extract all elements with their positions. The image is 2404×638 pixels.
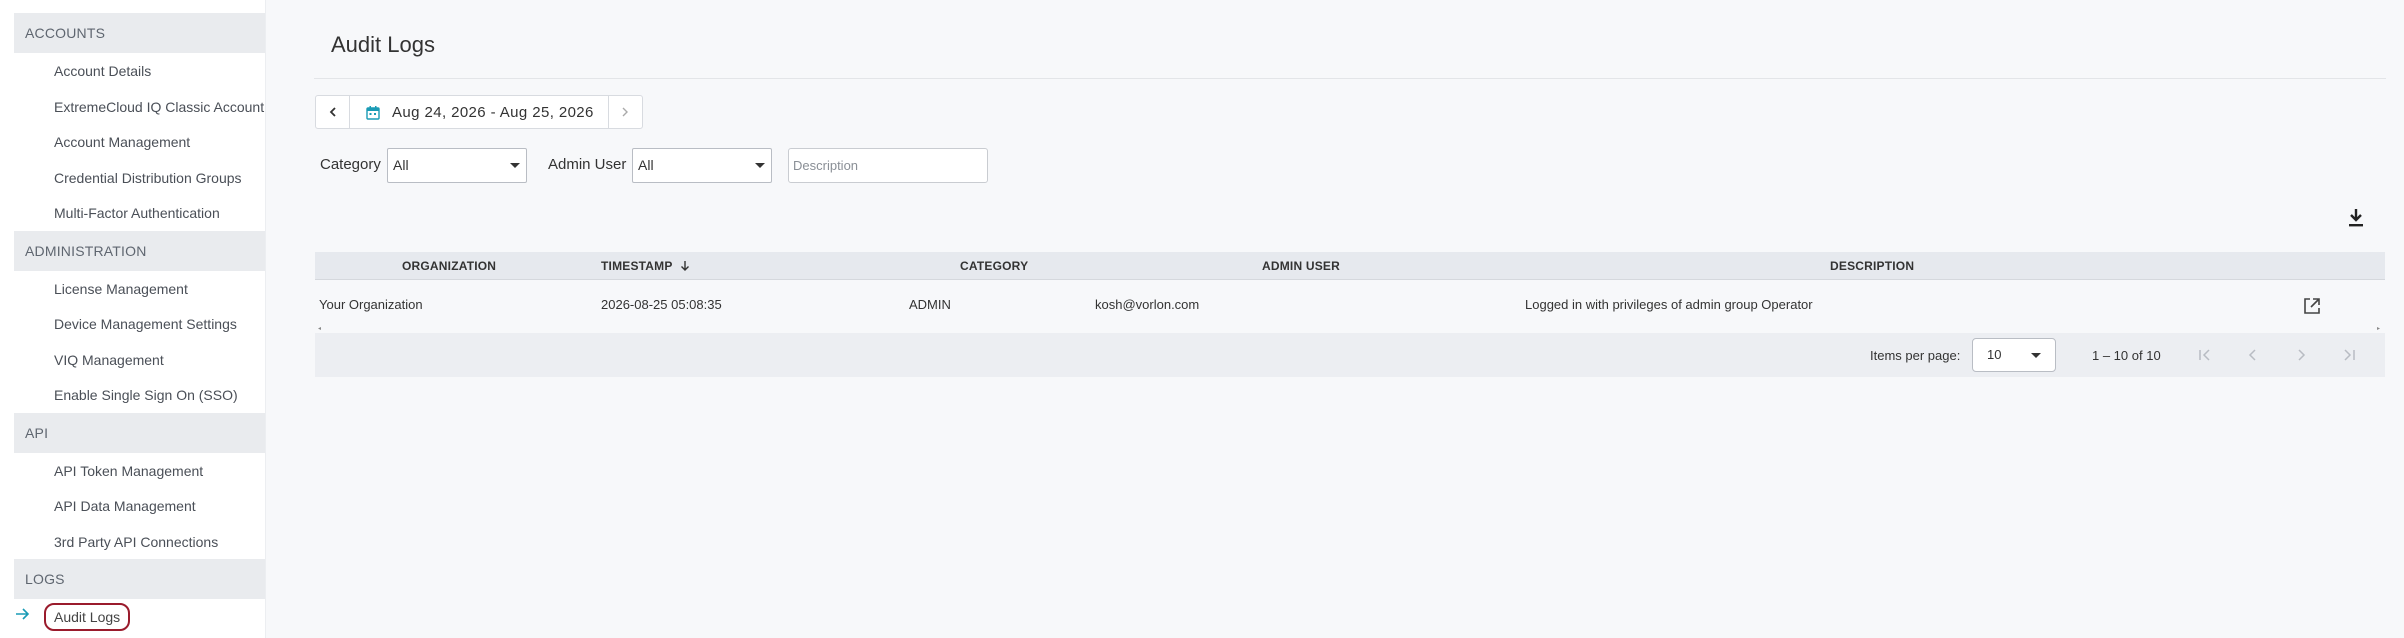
cell-description: Logged in with privileges of admin group… (1525, 297, 1813, 312)
column-header-timestamp-label: TIMESTAMP (601, 259, 673, 273)
category-label: Category (320, 156, 381, 173)
scroll-left-indicator: ◂ (318, 326, 322, 332)
section-header-accounts: ACCOUNTS (14, 13, 265, 53)
sidebar-item-api-token-management[interactable]: API Token Management (54, 461, 203, 481)
category-select-value: All (393, 157, 409, 173)
date-range-picker: Aug 24, 2026 - Aug 25, 2026 (315, 95, 643, 129)
page-range-label: 1 – 10 of 10 (2092, 348, 2161, 363)
sidebar-item-viq-management[interactable]: VIQ Management (54, 350, 164, 370)
sidebar-item-multi-factor-authentication[interactable]: Multi-Factor Authentication (54, 203, 220, 223)
date-range-text: Aug 24, 2026 - Aug 25, 2026 (392, 103, 594, 121)
admin-user-select-value: All (638, 157, 654, 173)
chevron-down-icon (2031, 353, 2041, 358)
chevron-down-icon (510, 163, 520, 168)
cell-admin-user: kosh@vorlon.com (1095, 297, 1200, 312)
column-header-timestamp[interactable]: TIMESTAMP (601, 252, 690, 280)
column-header-admin-user[interactable]: ADMIN USER (1262, 252, 1340, 280)
date-range-button[interactable]: Aug 24, 2026 - Aug 25, 2026 (350, 96, 608, 128)
cell-organization: Your Organization (319, 297, 423, 312)
admin-user-select[interactable]: All (632, 148, 772, 183)
table-row: Your Organization 2026-08-25 05:08:35 AD… (315, 281, 2385, 332)
sidebar-item-3rd-party-api-connections[interactable]: 3rd Party API Connections (54, 532, 218, 552)
admin-user-label: Admin User (548, 156, 627, 173)
next-date-button[interactable] (607, 96, 642, 128)
title-divider (314, 78, 2386, 79)
last-page-icon[interactable] (2339, 345, 2359, 365)
chevron-down-icon (755, 163, 765, 168)
sidebar-item-enable-sso[interactable]: Enable Single Sign On (SSO) (54, 385, 238, 405)
chevron-left-icon (329, 107, 336, 117)
sort-descending-icon (680, 260, 689, 271)
section-header-api: API (14, 413, 265, 453)
items-per-page-select[interactable]: 10 (1972, 338, 2056, 372)
calendar-icon (366, 105, 380, 120)
arrow-right-icon (16, 608, 30, 620)
previous-page-icon[interactable] (2243, 345, 2263, 365)
items-per-page-value: 10 (1987, 347, 2002, 362)
sidebar-item-api-data-management[interactable]: API Data Management (54, 496, 196, 516)
sidebar-item-account-management[interactable]: Account Management (54, 132, 190, 152)
sidebar-item-device-management-settings[interactable]: Device Management Settings (54, 314, 237, 334)
download-icon[interactable] (2346, 207, 2366, 229)
column-header-organization[interactable]: ORGANIZATION (402, 252, 496, 280)
next-page-icon[interactable] (2291, 345, 2311, 365)
sidebar: ACCOUNTS Account Details ExtremeCloud IQ… (0, 0, 266, 638)
section-header-logs: LOGS (14, 559, 265, 599)
sidebar-item-license-management[interactable]: License Management (54, 279, 188, 299)
scroll-right-indicator: ▸ (2377, 326, 2381, 332)
first-page-icon[interactable] (2195, 345, 2215, 365)
items-per-page-label: Items per page: (1870, 348, 1961, 363)
table-header: ORGANIZATION TIMESTAMP CATEGORY ADMIN US… (315, 252, 2385, 280)
open-in-new-icon[interactable] (2302, 296, 2322, 316)
section-header-administration: ADMINISTRATION (14, 231, 265, 271)
column-header-category[interactable]: CATEGORY (960, 252, 1028, 280)
column-header-description[interactable]: DESCRIPTION (1830, 252, 1914, 280)
sidebar-item-extremecloud-iq-classic-account[interactable]: ExtremeCloud IQ Classic Account (54, 97, 264, 117)
sidebar-item-credential-distribution-groups[interactable]: Credential Distribution Groups (54, 168, 242, 188)
chevron-right-icon (622, 107, 629, 117)
paginator: Items per page: 10 1 – 10 of 10 (315, 333, 2385, 377)
previous-date-button[interactable] (316, 96, 350, 128)
main-content: Audit Logs Aug 24, 2026 - Aug 25, 2026 C… (266, 0, 2404, 638)
description-input[interactable] (788, 148, 988, 183)
cell-category: ADMIN (909, 297, 951, 312)
cell-timestamp: 2026-08-25 05:08:35 (601, 297, 722, 312)
sidebar-item-account-details[interactable]: Account Details (54, 61, 151, 81)
page-title: Audit Logs (331, 32, 435, 57)
sidebar-item-audit-logs[interactable]: Audit Logs (44, 603, 131, 631)
category-select[interactable]: All (387, 148, 527, 183)
